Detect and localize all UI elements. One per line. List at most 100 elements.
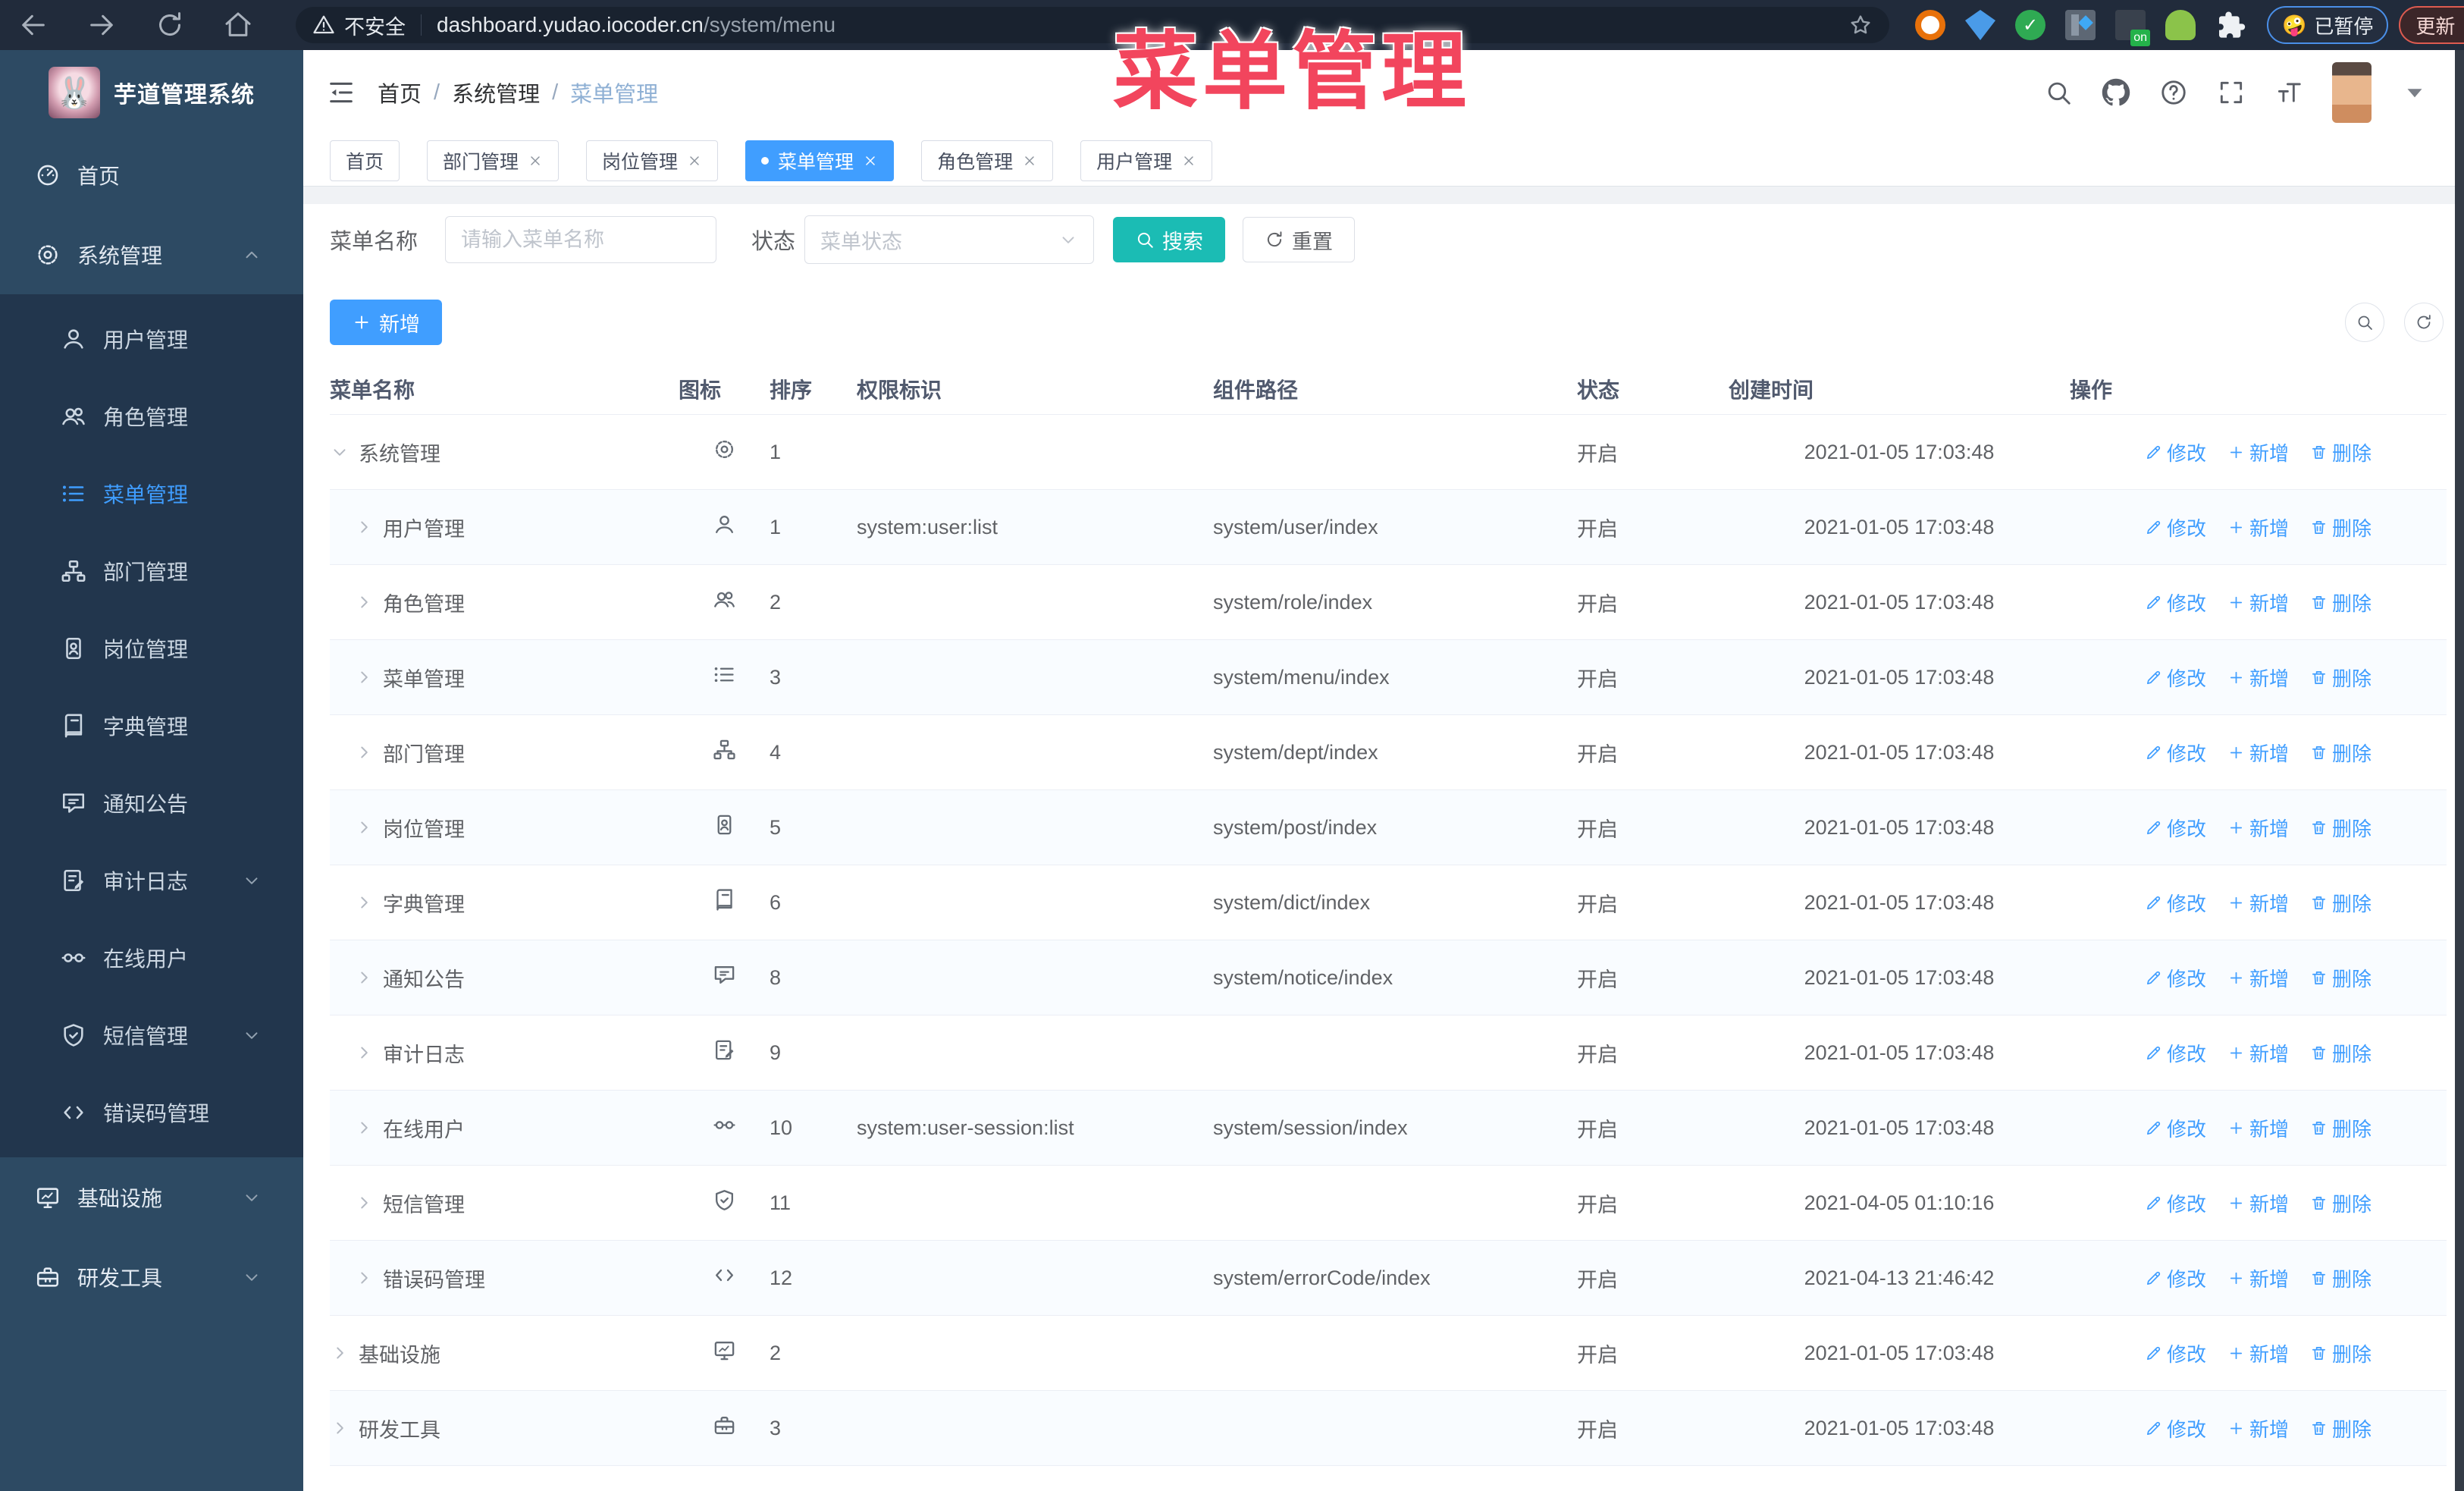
tab-item[interactable]: 首页 bbox=[330, 140, 400, 181]
menu-name-input[interactable] bbox=[445, 216, 717, 263]
breadcrumb-item[interactable]: 系统管理 bbox=[452, 77, 540, 108]
delete-action[interactable]: 删除 bbox=[2310, 1264, 2372, 1292]
ext-puzzle-icon[interactable] bbox=[2215, 10, 2246, 40]
chevright-icon[interactable] bbox=[330, 1343, 350, 1363]
close-icon[interactable] bbox=[1022, 153, 1037, 168]
font-size-icon[interactable] bbox=[2274, 78, 2303, 107]
reset-button[interactable]: 重置 bbox=[1243, 217, 1356, 262]
add-action[interactable]: 新增 bbox=[2227, 814, 2289, 842]
ext-columns-icon[interactable] bbox=[2065, 10, 2096, 40]
sidebar-item[interactable]: 通知公告 bbox=[0, 764, 303, 842]
reload-icon[interactable] bbox=[155, 10, 185, 40]
edit-action[interactable]: 修改 bbox=[2145, 589, 2206, 617]
delete-action[interactable]: 删除 bbox=[2310, 1339, 2372, 1367]
add-action[interactable]: 新增 bbox=[2227, 1189, 2289, 1217]
sidebar-item[interactable]: 岗位管理 bbox=[0, 610, 303, 687]
page-scrollbar[interactable] bbox=[2455, 50, 2464, 1491]
sidebar-collapse-icon[interactable] bbox=[326, 77, 356, 108]
edit-action[interactable]: 修改 bbox=[2145, 1339, 2206, 1367]
address-bar[interactable]: 不安全 dashboard.yudao.iocoder.cn /system/m… bbox=[296, 7, 1889, 43]
sidebar-item[interactable]: 字典管理 bbox=[0, 687, 303, 764]
add-action[interactable]: 新增 bbox=[2227, 1264, 2289, 1292]
chevright-icon[interactable] bbox=[354, 742, 374, 762]
sidebar-item[interactable]: 部门管理 bbox=[0, 532, 303, 610]
add-action[interactable]: 新增 bbox=[2227, 513, 2289, 541]
update-button[interactable]: 更新 bbox=[2399, 6, 2464, 44]
add-action[interactable]: 新增 bbox=[2227, 664, 2289, 692]
delete-action[interactable]: 删除 bbox=[2310, 589, 2372, 617]
chevright-icon[interactable] bbox=[354, 1193, 374, 1213]
ext-orange-ring-icon[interactable] bbox=[1915, 10, 1945, 40]
close-icon[interactable] bbox=[863, 153, 878, 168]
sidebar-logo[interactable]: 🐰 芋道管理系统 bbox=[0, 50, 303, 135]
add-action[interactable]: 新增 bbox=[2227, 438, 2289, 466]
edit-action[interactable]: 修改 bbox=[2145, 1264, 2206, 1292]
edit-action[interactable]: 修改 bbox=[2145, 889, 2206, 917]
sidebar-item[interactable]: 在线用户 bbox=[0, 919, 303, 997]
paused-badge[interactable]: 🤪 已暂停 bbox=[2267, 6, 2389, 44]
back-icon[interactable] bbox=[18, 10, 49, 40]
delete-action[interactable]: 删除 bbox=[2310, 889, 2372, 917]
sidebar-item[interactable]: 菜单管理 bbox=[0, 455, 303, 532]
browser-menu-icon[interactable] bbox=[2461, 15, 2464, 35]
add-action[interactable]: 新增 bbox=[2227, 1339, 2289, 1367]
refresh-table-button[interactable] bbox=[2404, 303, 2444, 342]
forward-icon[interactable] bbox=[86, 10, 117, 40]
close-icon[interactable] bbox=[1181, 153, 1196, 168]
sidebar-item[interactable]: 审计日志 bbox=[0, 842, 303, 919]
ext-green-bot-icon[interactable] bbox=[2165, 10, 2196, 40]
sidebar-item[interactable]: 研发工具 bbox=[0, 1237, 303, 1317]
github-icon[interactable] bbox=[2102, 78, 2130, 107]
edit-action[interactable]: 修改 bbox=[2145, 513, 2206, 541]
fullscreen-icon[interactable] bbox=[2217, 78, 2246, 107]
edit-action[interactable]: 修改 bbox=[2145, 1414, 2206, 1442]
avatar-caret-icon[interactable] bbox=[2400, 78, 2429, 107]
delete-action[interactable]: 删除 bbox=[2310, 964, 2372, 992]
search-icon[interactable] bbox=[2044, 78, 2073, 107]
chevright-icon[interactable] bbox=[354, 893, 374, 912]
edit-action[interactable]: 修改 bbox=[2145, 438, 2206, 466]
toggle-search-button[interactable] bbox=[2345, 303, 2384, 342]
bookmark-star-icon[interactable] bbox=[1848, 13, 1873, 37]
home-icon[interactable] bbox=[223, 10, 253, 40]
help-icon[interactable] bbox=[2159, 78, 2188, 107]
add-action[interactable]: 新增 bbox=[2227, 1414, 2289, 1442]
delete-action[interactable]: 删除 bbox=[2310, 1414, 2372, 1442]
status-select[interactable]: 菜单状态 bbox=[804, 215, 1095, 264]
close-icon[interactable] bbox=[528, 153, 543, 168]
chevdown-icon[interactable] bbox=[330, 442, 350, 462]
edit-action[interactable]: 修改 bbox=[2145, 1189, 2206, 1217]
ext-dark-on-icon[interactable] bbox=[2115, 10, 2150, 46]
chevright-icon[interactable] bbox=[354, 592, 374, 612]
search-button[interactable]: 搜索 bbox=[1113, 217, 1226, 262]
sidebar-item[interactable]: 角色管理 bbox=[0, 378, 303, 455]
tab-item[interactable]: 部门管理 bbox=[427, 140, 560, 181]
delete-action[interactable]: 删除 bbox=[2310, 739, 2372, 767]
edit-action[interactable]: 修改 bbox=[2145, 1039, 2206, 1067]
ext-green-check-icon[interactable]: ✓ bbox=[2015, 10, 2045, 40]
breadcrumb-item[interactable]: 首页 bbox=[378, 77, 422, 108]
delete-action[interactable]: 删除 bbox=[2310, 664, 2372, 692]
sidebar-item[interactable]: 错误码管理 bbox=[0, 1074, 303, 1151]
sidebar-item[interactable]: 用户管理 bbox=[0, 300, 303, 378]
chevright-icon[interactable] bbox=[354, 1118, 374, 1138]
add-action[interactable]: 新增 bbox=[2227, 964, 2289, 992]
ext-blue-gem-icon[interactable] bbox=[1965, 10, 1995, 40]
add-button[interactable]: 新增 bbox=[330, 300, 442, 345]
edit-action[interactable]: 修改 bbox=[2145, 964, 2206, 992]
add-action[interactable]: 新增 bbox=[2227, 589, 2289, 617]
chevright-icon[interactable] bbox=[354, 1268, 374, 1288]
tab-item[interactable]: 角色管理 bbox=[921, 140, 1054, 181]
tab-active[interactable]: 菜单管理 bbox=[745, 140, 895, 181]
sidebar-item[interactable]: 系统管理 bbox=[0, 215, 303, 294]
delete-action[interactable]: 删除 bbox=[2310, 438, 2372, 466]
tab-item[interactable]: 岗位管理 bbox=[586, 140, 719, 181]
edit-action[interactable]: 修改 bbox=[2145, 1114, 2206, 1142]
chevright-icon[interactable] bbox=[354, 818, 374, 837]
chevright-icon[interactable] bbox=[354, 968, 374, 987]
sidebar-item[interactable]: 基础设施 bbox=[0, 1157, 303, 1237]
delete-action[interactable]: 删除 bbox=[2310, 1114, 2372, 1142]
sidebar-item[interactable]: 首页 bbox=[0, 135, 303, 215]
delete-action[interactable]: 删除 bbox=[2310, 814, 2372, 842]
add-action[interactable]: 新增 bbox=[2227, 889, 2289, 917]
